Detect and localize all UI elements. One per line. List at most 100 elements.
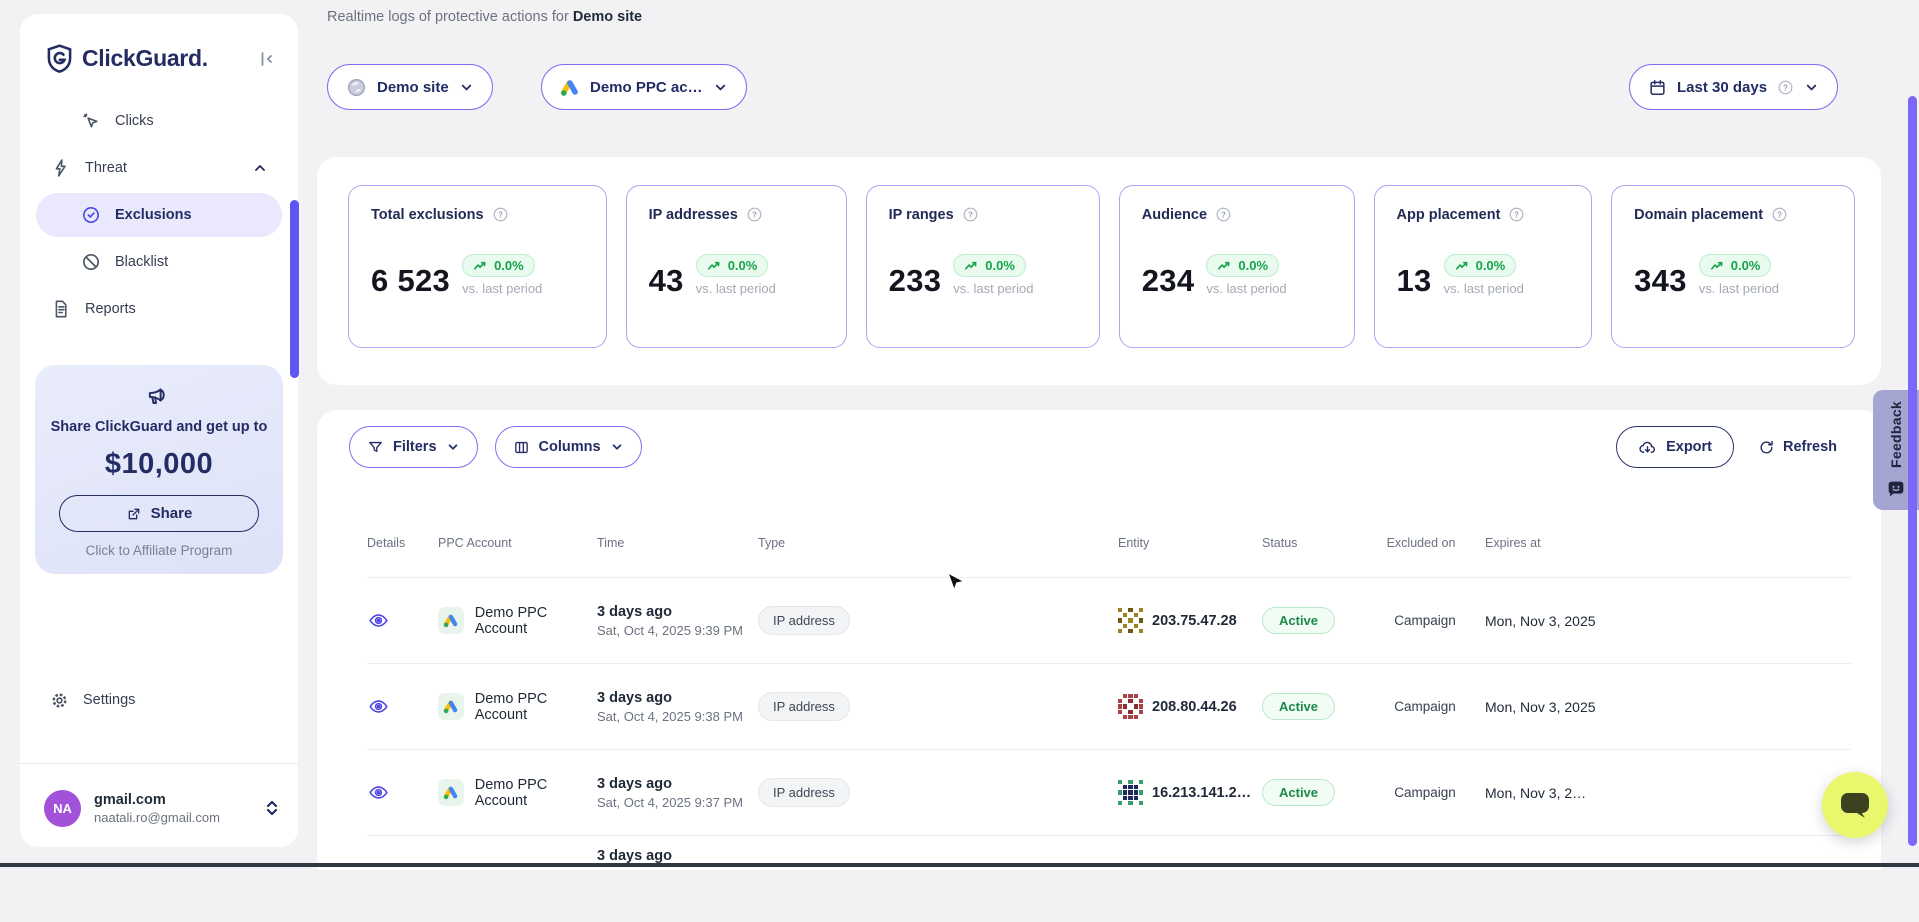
- chevron-up-icon: [252, 160, 268, 176]
- export-button-label: Export: [1666, 439, 1712, 455]
- sidebar-item-threat[interactable]: Threat: [36, 146, 282, 190]
- help-icon[interactable]: ?: [1771, 206, 1788, 223]
- column-header-status: Status: [1262, 536, 1380, 550]
- expires-at-value: Mon, Nov 3, 2…: [1470, 785, 1851, 801]
- clickguard-shield-icon: [46, 44, 73, 73]
- sidebar-scrollbar-thumb[interactable]: [290, 200, 299, 378]
- expires-at-value: Mon, Nov 3, 2025: [1470, 699, 1851, 715]
- date-range-dropdown[interactable]: Last 30 days ?: [1629, 64, 1838, 110]
- stat-value: 13: [1397, 265, 1432, 296]
- sidebar-item-exclusions[interactable]: Exclusions: [36, 193, 282, 237]
- trend-up-icon: [964, 259, 979, 272]
- account-name: gmail.com: [94, 792, 264, 808]
- help-icon[interactable]: ?: [746, 206, 763, 223]
- svg-text:?: ?: [498, 210, 503, 219]
- cursor-click-icon: [80, 111, 102, 131]
- expires-at-value: Mon, Nov 3, 2025: [1470, 613, 1851, 629]
- sidebar-collapse-icon[interactable]: [256, 49, 276, 69]
- table-toolbar: Filters Columns Export Refresh: [317, 410, 1881, 468]
- chat-widget-button[interactable]: [1822, 772, 1888, 838]
- trend-up-icon: [1710, 259, 1725, 272]
- table-row[interactable]: Demo PPC Account 3 days ago Sat, Oct 4, …: [367, 664, 1851, 750]
- affiliate-promo-card[interactable]: Share ClickGuard and get up to $10,000 S…: [35, 365, 283, 574]
- excluded-on-value: Campaign: [1380, 613, 1470, 628]
- stat-caption: vs. last period: [1699, 281, 1779, 296]
- svg-text:?: ?: [1221, 210, 1226, 219]
- ppc-account-name: Demo PPC Account: [475, 777, 597, 809]
- sidebar-item-label: Clicks: [115, 113, 154, 129]
- column-header-type: Type: [758, 536, 1118, 550]
- page-subtitle-text: Realtime logs of protective actions for: [327, 9, 569, 25]
- external-link-icon: [126, 506, 142, 522]
- sidebar-item-blacklist[interactable]: Blacklist: [36, 240, 282, 284]
- columns-button-label: Columns: [539, 439, 601, 455]
- stat-caption: vs. last period: [696, 281, 776, 296]
- promo-caption: Click to Affiliate Program: [47, 543, 271, 558]
- table-row[interactable]: Demo PPC Account 3 days ago Sat, Oct 4, …: [367, 750, 1851, 836]
- avatar: NA: [44, 790, 81, 827]
- settings-label: Settings: [83, 692, 135, 708]
- stat-card-ip-ranges: IP ranges? 233 0.0% vs. last period: [866, 185, 1100, 348]
- stat-value: 6 523: [371, 265, 450, 296]
- google-ads-icon: [438, 693, 464, 720]
- no-entry-icon: [80, 252, 102, 272]
- entity-value: 208.80.44.26: [1152, 699, 1237, 715]
- help-icon[interactable]: ?: [492, 206, 509, 223]
- page-scrollbar-thumb[interactable]: [1908, 96, 1917, 846]
- sidebar-item-settings[interactable]: Settings: [36, 678, 282, 722]
- account-switcher[interactable]: NA gmail.com naatali.ro@gmail.com: [44, 780, 280, 836]
- stat-card-domain-placement: Domain placement? 343 0.0% vs. last peri…: [1611, 185, 1855, 348]
- time-absolute: Sat, Oct 4, 2025 9:38 PM: [597, 709, 758, 724]
- column-header-expires-at: Expires at: [1470, 536, 1851, 550]
- status-badge: Active: [1262, 779, 1335, 806]
- gear-icon: [48, 690, 70, 711]
- refresh-button[interactable]: Refresh: [1758, 426, 1837, 468]
- stat-title: Audience: [1142, 207, 1207, 223]
- time-absolute: Sat, Oct 4, 2025 9:37 PM: [597, 795, 758, 810]
- entity-identicon: [1118, 694, 1143, 719]
- view-details-eye-icon[interactable]: [367, 782, 438, 803]
- time-relative: 3 days ago: [597, 604, 758, 620]
- google-ads-icon: [438, 607, 464, 634]
- stat-card-total-exclusions: Total exclusions? 6 523 0.0% vs. last pe…: [348, 185, 607, 348]
- sidebar-item-reports[interactable]: Reports: [36, 287, 282, 331]
- calendar-icon: [1648, 78, 1667, 97]
- svg-text:?: ?: [1783, 83, 1788, 92]
- stat-title: IP ranges: [889, 207, 954, 223]
- stat-value: 234: [1142, 265, 1195, 296]
- filters-button[interactable]: Filters: [349, 426, 478, 468]
- table-row[interactable]: 3 days ago: [367, 836, 1851, 922]
- export-button[interactable]: Export: [1616, 426, 1734, 468]
- help-icon[interactable]: ?: [962, 206, 979, 223]
- sidebar-item-label: Exclusions: [115, 207, 192, 223]
- share-button[interactable]: Share: [59, 495, 259, 532]
- ppc-account-dropdown[interactable]: Demo PPC ac…: [541, 64, 747, 110]
- date-range-value: Last 30 days: [1677, 79, 1767, 96]
- view-details-eye-icon[interactable]: [367, 610, 438, 631]
- help-icon[interactable]: ?: [1215, 206, 1232, 223]
- table-row[interactable]: Demo PPC Account 3 days ago Sat, Oct 4, …: [367, 578, 1851, 664]
- excluded-on-value: Campaign: [1380, 785, 1470, 800]
- column-header-excluded-on: Excluded on: [1380, 536, 1470, 550]
- chevron-down-icon: [713, 80, 728, 95]
- lightning-icon: [50, 158, 72, 178]
- type-badge: IP address: [758, 778, 850, 807]
- stat-value: 343: [1634, 265, 1687, 296]
- divider: [20, 763, 298, 764]
- time-relative: 3 days ago: [597, 848, 758, 864]
- badge-check-icon: [80, 205, 102, 225]
- sidebar-item-clicks[interactable]: Clicks: [36, 99, 282, 143]
- help-icon[interactable]: ?: [1508, 206, 1525, 223]
- type-badge: IP address: [758, 606, 850, 635]
- stat-card-ip-addresses: IP addresses? 43 0.0% vs. last period: [626, 185, 847, 348]
- viewport-bottom-edge: [0, 863, 1919, 867]
- trend-up-icon: [707, 259, 722, 272]
- entity-identicon: [1118, 608, 1143, 633]
- trend-up-icon: [1455, 259, 1470, 272]
- site-dropdown[interactable]: Demo site: [327, 64, 493, 110]
- svg-text:?: ?: [968, 210, 973, 219]
- columns-button[interactable]: Columns: [495, 426, 642, 468]
- columns-icon: [513, 439, 530, 456]
- globe-icon: [346, 77, 367, 98]
- view-details-eye-icon[interactable]: [367, 696, 438, 717]
